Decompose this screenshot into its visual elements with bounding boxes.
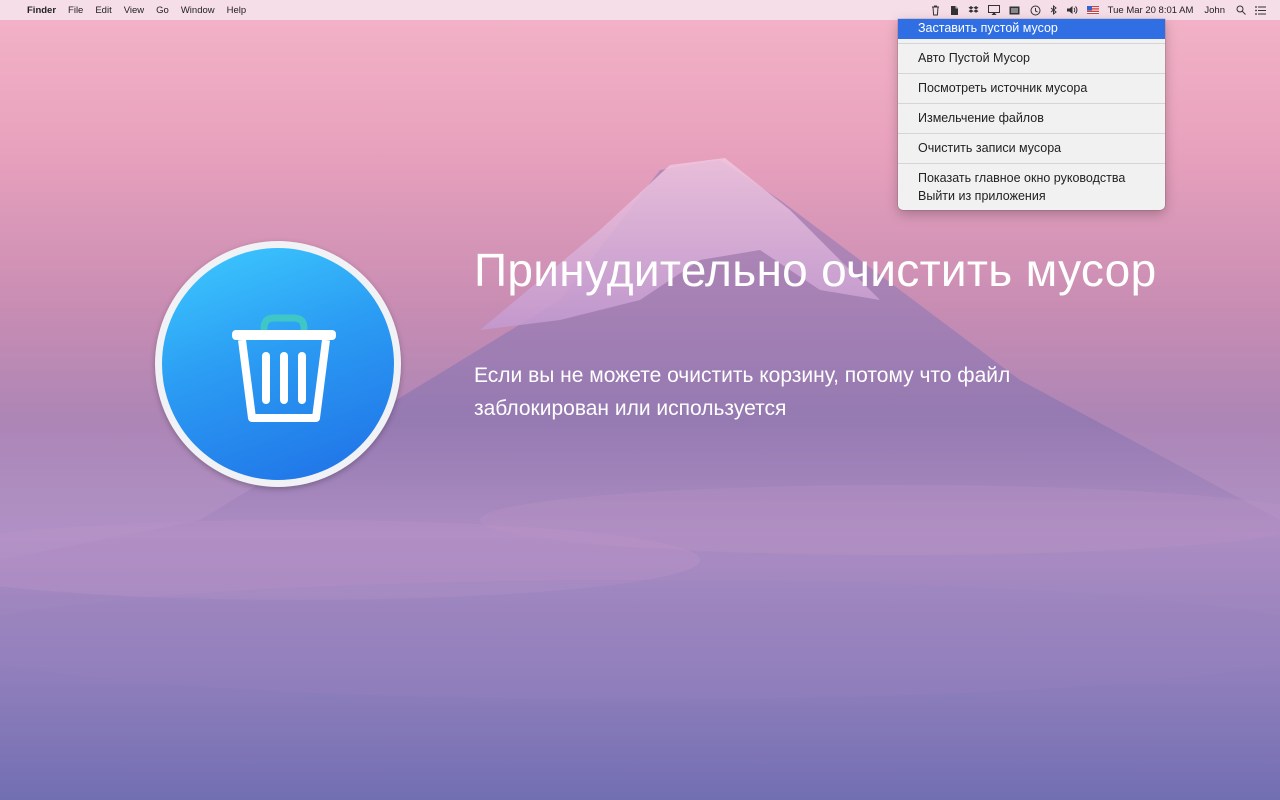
trash-can-icon <box>232 314 336 422</box>
menu-item-clear-trash-records[interactable]: Очистить записи мусора <box>898 134 1165 163</box>
menu-item-shred-files[interactable]: Измельчение файлов <box>898 104 1165 133</box>
menu-separator <box>898 163 1165 164</box>
battery-icon[interactable] <box>1009 0 1021 20</box>
trash-tray-icon[interactable] <box>931 0 940 20</box>
app-badge <box>155 241 401 487</box>
app-badge-circle <box>162 248 394 480</box>
dropbox-icon[interactable] <box>968 0 979 20</box>
page-subtitle: Если вы не можете очистить корзину, пото… <box>474 359 1194 425</box>
search-icon[interactable] <box>1236 0 1246 20</box>
page-title: Принудительно очистить мусор <box>474 244 1157 296</box>
menu-bar: Finder File Edit View Go Window Help Tue… <box>0 0 1280 20</box>
trash-menu-dropdown: Заставить пустой мусор Авто Пустой Мусор… <box>898 19 1165 210</box>
evernote-icon[interactable] <box>949 0 959 20</box>
menu-help[interactable]: Help <box>227 5 247 16</box>
menu-item-view-trash-source[interactable]: Посмотреть источник мусора <box>898 74 1165 103</box>
subtitle-line-2: заблокирован или используется <box>474 397 787 420</box>
bluetooth-icon[interactable] <box>1050 0 1057 20</box>
menu-window[interactable]: Window <box>181 5 215 16</box>
volume-icon[interactable] <box>1066 0 1078 20</box>
user-name[interactable]: John <box>1204 5 1225 16</box>
menu-view[interactable]: View <box>124 5 144 16</box>
menu-go[interactable]: Go <box>156 5 169 16</box>
subtitle-line-1: Если вы не можете очистить корзину, пото… <box>474 364 1011 387</box>
menu-item-show-main-window[interactable]: Показать главное окно руководства <box>898 169 1165 187</box>
menu-edit[interactable]: Edit <box>95 5 111 16</box>
flag-icon[interactable] <box>1086 0 1099 20</box>
clock[interactable]: Tue Mar 20 8:01 AM <box>1108 5 1194 16</box>
menu-app-name[interactable]: Finder <box>27 5 56 16</box>
menu-item-quit[interactable]: Выйти из приложения <box>898 187 1165 205</box>
menu-item-auto-empty-trash[interactable]: Авто Пустой Мусор <box>898 44 1165 73</box>
menu-item-force-empty-trash[interactable]: Заставить пустой мусор <box>898 19 1165 39</box>
airplay-icon[interactable] <box>987 0 1000 20</box>
notification-center-icon[interactable] <box>1255 0 1266 20</box>
menu-file[interactable]: File <box>68 5 83 16</box>
time-machine-icon[interactable] <box>1030 0 1041 20</box>
